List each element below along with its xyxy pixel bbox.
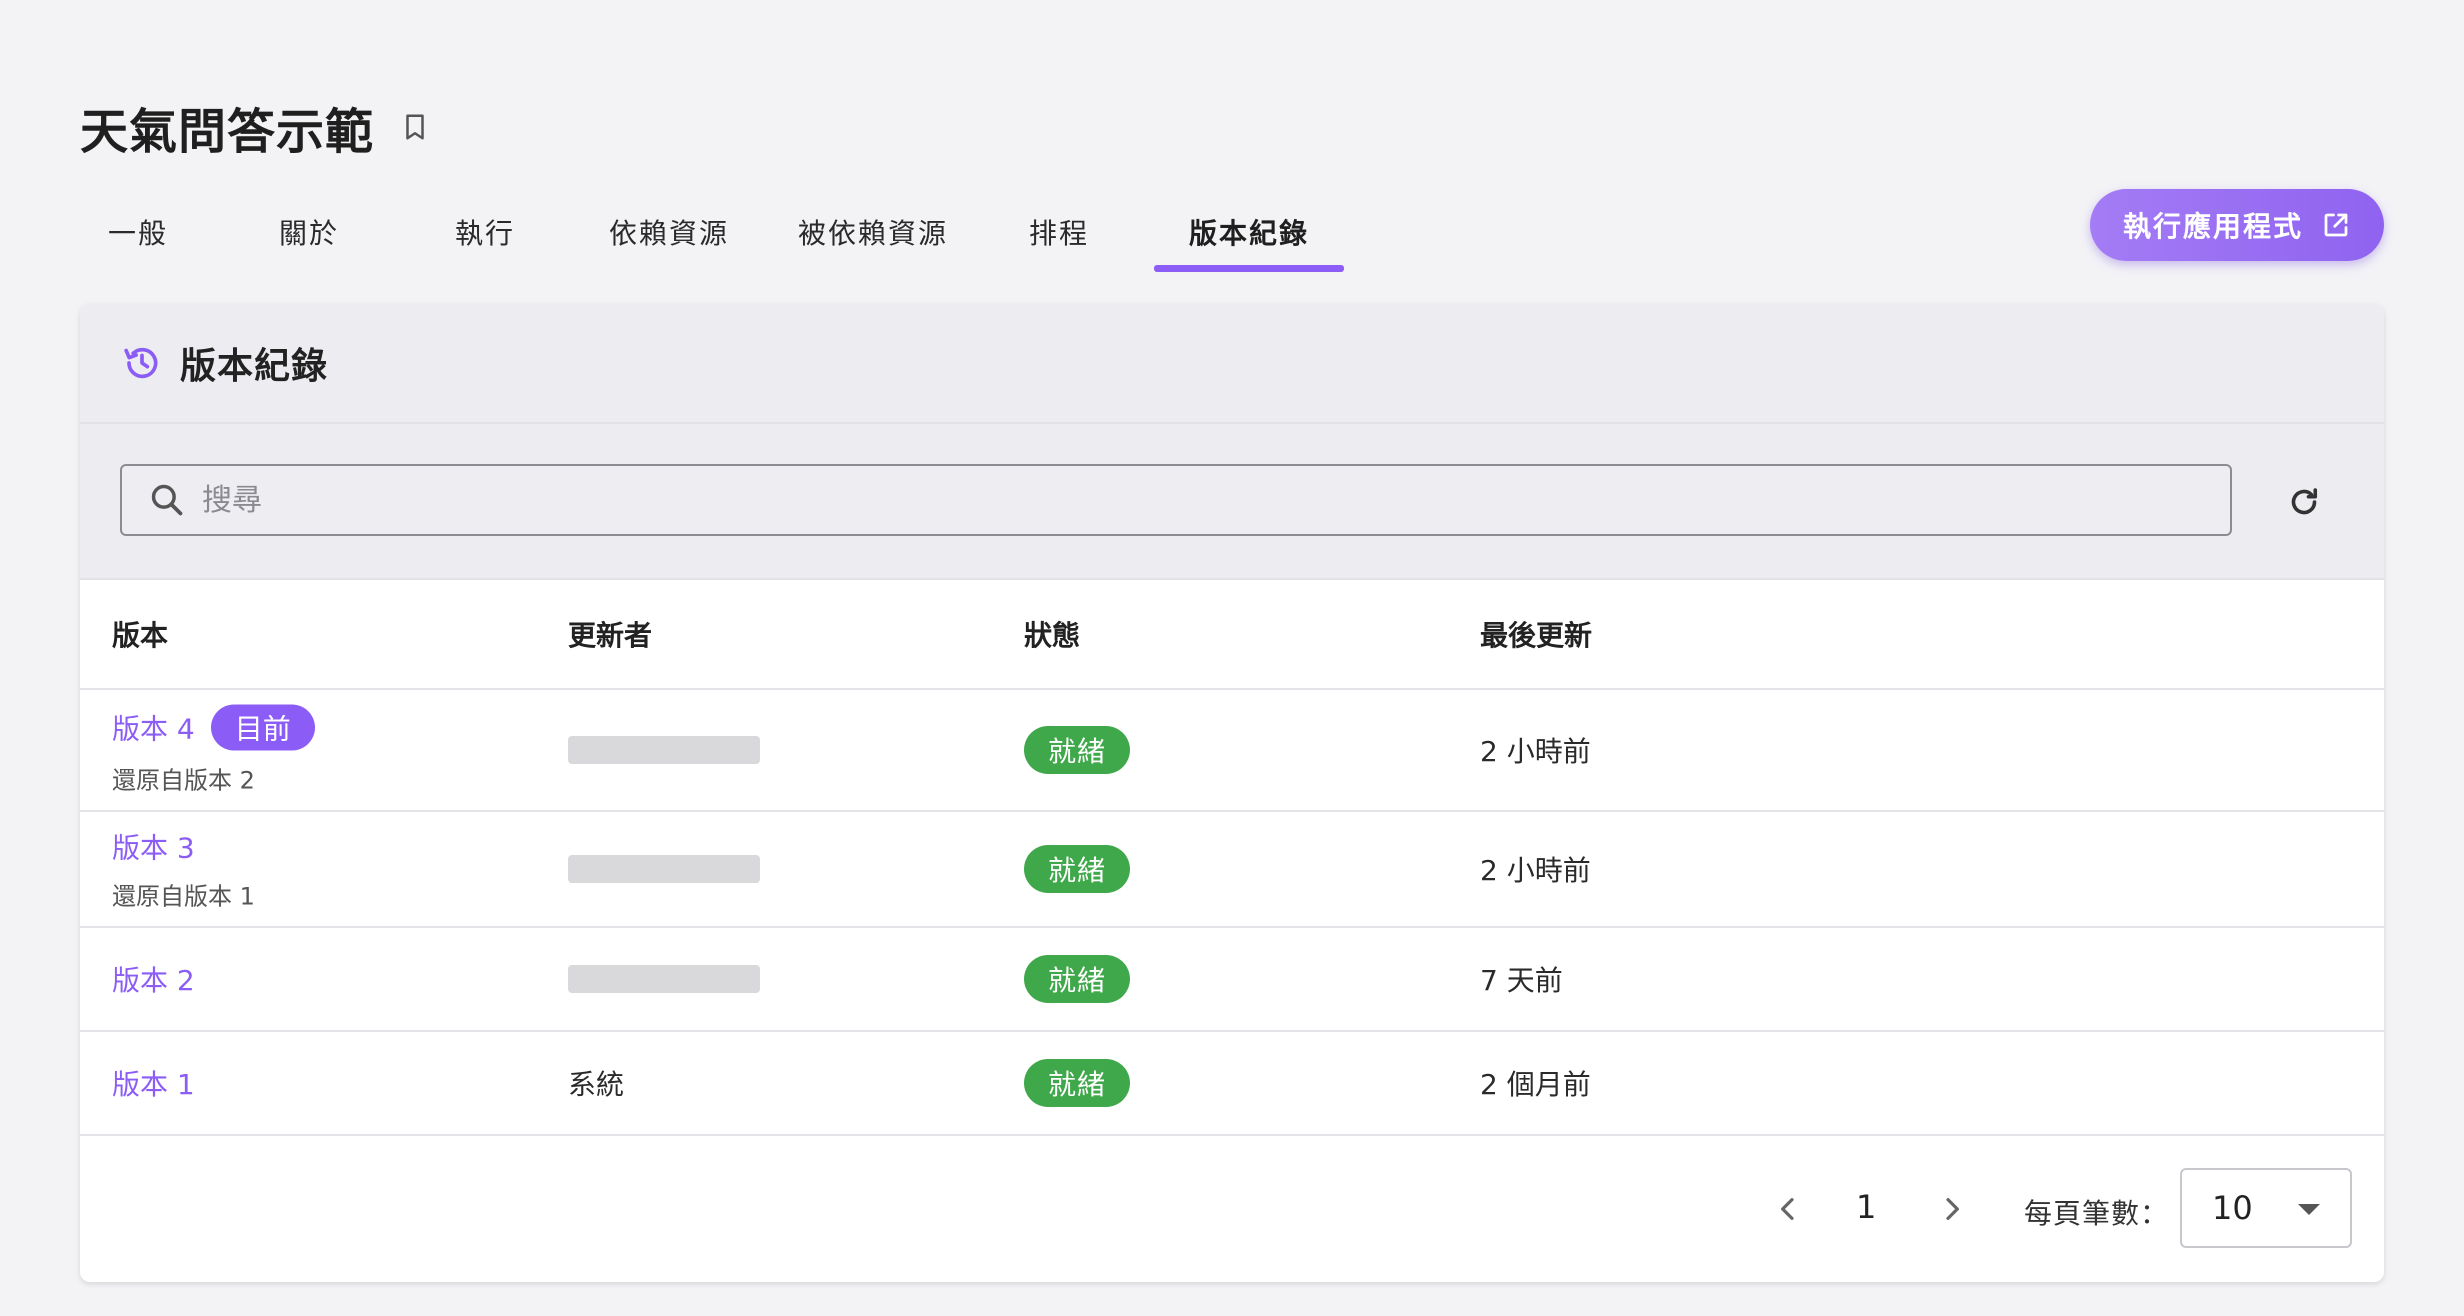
status-cell: 就緒 xyxy=(1024,955,1131,1003)
last-updated-cell: 2 小時前 xyxy=(1480,854,1591,887)
tab-general[interactable]: 一般 xyxy=(80,190,196,274)
open-in-new-icon xyxy=(2321,210,2351,240)
search-icon xyxy=(148,481,186,519)
status-cell: 就緒 xyxy=(1024,845,1131,893)
status-badge: 就緒 xyxy=(1024,726,1131,774)
current-badge: 目前 xyxy=(210,704,315,751)
updater-placeholder xyxy=(568,855,760,883)
version-cell: 版本 1 xyxy=(112,1063,195,1103)
updater-cell: 系統 xyxy=(568,1068,625,1101)
tab-about[interactable]: 關於 xyxy=(224,190,394,274)
per-page-value: 10 xyxy=(2212,1189,2253,1227)
per-page-label: 每頁筆數： xyxy=(2024,1197,2170,1230)
version-line: 版本 3 xyxy=(112,827,255,867)
table-header: 版本 更新者 狀態 最後更新 xyxy=(80,580,2384,690)
last-updated-cell: 2 個月前 xyxy=(1480,1068,1591,1101)
tab-dependencies[interactable]: 依賴資源 xyxy=(574,190,764,274)
restore-note: 還原自版本 1 xyxy=(112,882,255,911)
restore-note: 還原自版本 2 xyxy=(112,766,255,795)
updater-placeholder xyxy=(568,736,760,764)
chevron-left-icon[interactable] xyxy=(1772,1193,1804,1225)
tab-schedule[interactable]: 排程 xyxy=(974,190,1144,274)
history-icon xyxy=(122,343,162,383)
last-updated-cell: 7 天前 xyxy=(1480,964,1563,997)
header-status: 狀態 xyxy=(1024,619,1081,652)
app-page: 天氣問答示範 一般 關於 執行 依賴資源 被依賴資源 排程 版本紀錄 執行應用程… xyxy=(0,0,2464,1316)
tab-version-history[interactable]: 版本紀錄 xyxy=(1154,190,1344,274)
page-title: 天氣問答示範 xyxy=(80,104,375,160)
version-link[interactable]: 版本 3 xyxy=(112,827,195,867)
status-badge: 就緒 xyxy=(1024,1059,1131,1107)
pagination: 1 每頁筆數： 10 xyxy=(80,1136,2384,1282)
tab-bar: 一般 關於 執行 依賴資源 被依賴資源 排程 版本紀錄 xyxy=(80,190,1344,274)
version-history-card: 版本紀錄 版本 更新者 狀態 最後更新 版本 4 目前 xyxy=(80,304,2384,1282)
version-line: 版本 4 目前 xyxy=(112,704,315,751)
status-badge: 就緒 xyxy=(1024,845,1131,893)
bookmark-icon[interactable] xyxy=(400,109,430,145)
status-cell: 就緒 xyxy=(1024,1059,1131,1107)
refresh-icon[interactable] xyxy=(2286,484,2322,520)
table-row[interactable]: 版本 4 目前 還原自版本 2 就緒 2 小時前 xyxy=(80,690,2384,812)
header-last-updated: 最後更新 xyxy=(1480,619,1593,652)
search-field[interactable] xyxy=(120,464,2232,536)
chevron-right-icon[interactable] xyxy=(1936,1193,1968,1225)
updater-cell xyxy=(568,736,760,764)
run-app-button[interactable]: 執行應用程式 xyxy=(2090,189,2384,261)
table-toolbar xyxy=(80,424,2384,580)
card-title: 版本紀錄 xyxy=(180,346,329,387)
title-row: 天氣問答示範 xyxy=(80,92,430,162)
tab-dependents[interactable]: 被依賴資源 xyxy=(778,190,968,274)
status-badge: 就緒 xyxy=(1024,955,1131,1003)
header-version: 版本 xyxy=(112,619,169,652)
header-updater: 更新者 xyxy=(568,619,653,652)
version-link[interactable]: 版本 1 xyxy=(112,1068,195,1101)
run-app-label: 執行應用程式 xyxy=(2122,210,2303,243)
card-header: 版本紀錄 xyxy=(80,304,2384,424)
version-cell: 版本 3 還原自版本 1 xyxy=(112,827,255,912)
table-row[interactable]: 版本 3 還原自版本 1 就緒 2 小時前 xyxy=(80,812,2384,928)
updater-cell xyxy=(568,965,760,993)
status-cell: 就緒 xyxy=(1024,726,1131,774)
caret-down-icon xyxy=(2298,1204,2320,1215)
tab-run[interactable]: 執行 xyxy=(400,190,570,274)
search-input[interactable] xyxy=(202,482,2182,518)
page-number[interactable]: 1 xyxy=(1856,1188,1876,1226)
per-page-select[interactable]: 10 xyxy=(2180,1168,2352,1248)
last-updated-cell: 2 小時前 xyxy=(1480,735,1591,768)
table-row[interactable]: 版本 2 就緒 7 天前 xyxy=(80,928,2384,1032)
updater-cell xyxy=(568,855,760,883)
version-link[interactable]: 版本 4 xyxy=(112,708,195,748)
version-cell: 版本 2 xyxy=(112,959,195,999)
version-cell: 版本 4 目前 還原自版本 2 xyxy=(112,704,315,796)
version-link[interactable]: 版本 2 xyxy=(112,964,195,997)
updater-placeholder xyxy=(568,965,760,993)
table-row[interactable]: 版本 1 系統 就緒 2 個月前 xyxy=(80,1032,2384,1136)
